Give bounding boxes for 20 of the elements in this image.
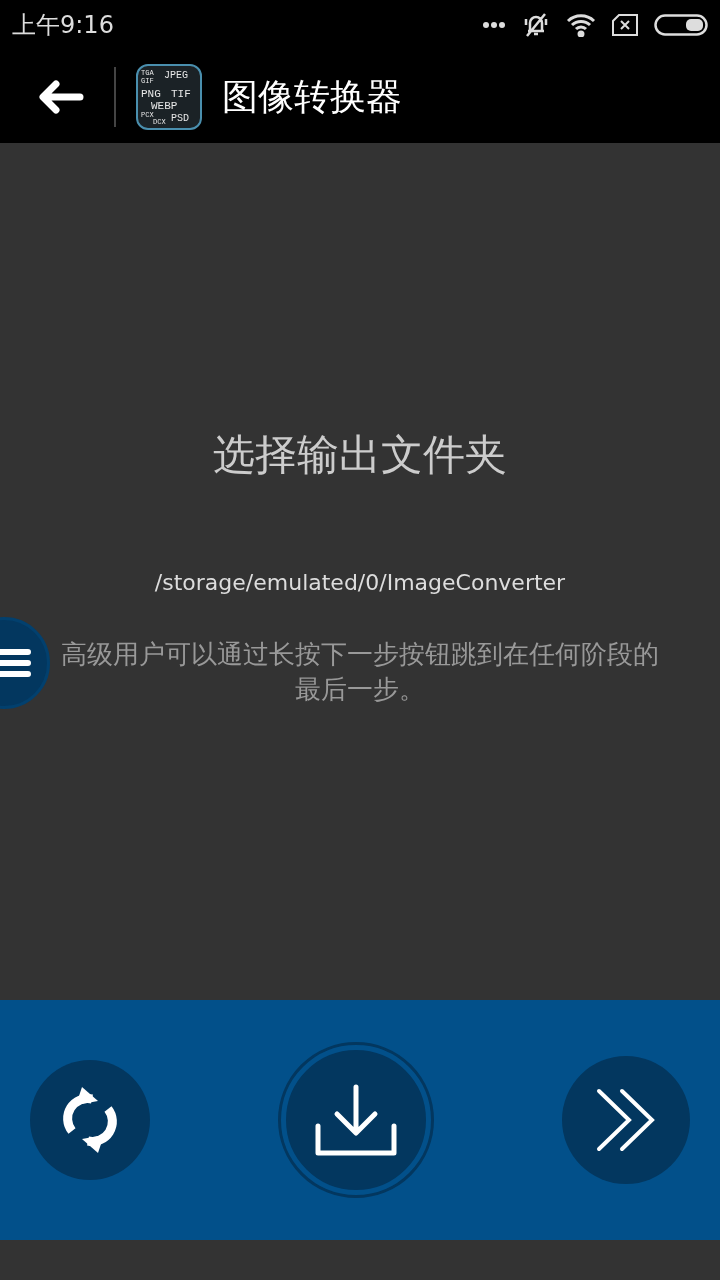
logo-label: WEBP: [151, 99, 178, 112]
logo-label: JPEG: [164, 69, 188, 81]
menu-icon: [0, 648, 31, 678]
refresh-icon: [62, 1085, 118, 1155]
wifi-icon: [566, 13, 596, 37]
folder-path: /storage/emulated/0/ImageConverter: [154, 569, 566, 597]
sim-x-icon: [612, 14, 638, 36]
more-dots-icon: [482, 21, 506, 29]
logo-label: TIF: [171, 87, 191, 100]
muted-bell-icon: [522, 11, 550, 39]
logo-label: PNG: [141, 87, 161, 100]
status-time: 上午9:16: [12, 10, 114, 41]
logo-label: PSD: [171, 112, 189, 124]
folder-heading: 选择输出文件夹: [213, 429, 507, 481]
app-title: 图像转换器: [222, 74, 402, 119]
battery-icon: [654, 14, 708, 36]
download-icon: [315, 1084, 397, 1156]
double-chevron-icon: [596, 1088, 656, 1152]
back-arrow-icon: [38, 79, 84, 114]
hint-text: 高级用户可以通过长按下一步按钮跳到在任何阶段的最后一步。: [60, 638, 660, 706]
